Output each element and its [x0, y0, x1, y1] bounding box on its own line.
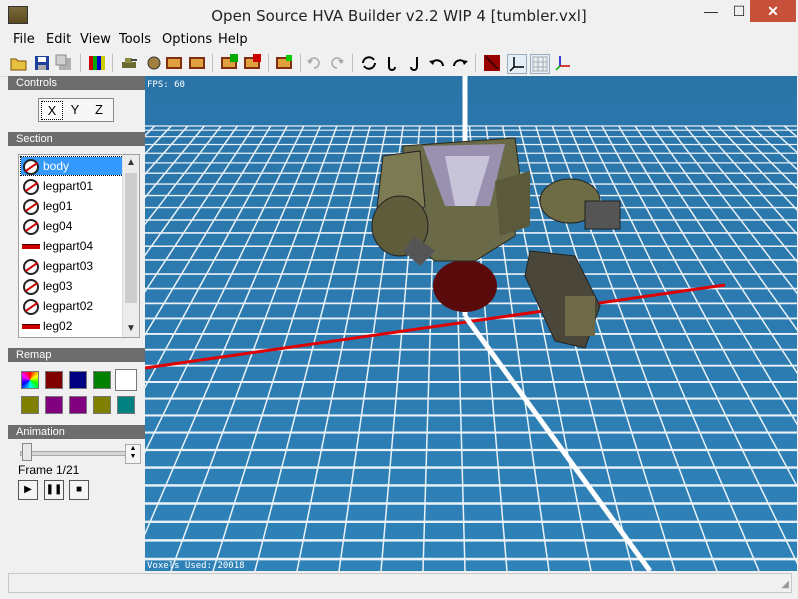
save-as-icon[interactable]	[55, 54, 73, 72]
no-symbol-icon	[23, 219, 39, 235]
save-icon[interactable]	[33, 54, 51, 72]
axis-color-icon[interactable]	[554, 54, 572, 72]
3d-viewport[interactable]: FPS: 60 Voxels Used: 20018	[145, 76, 797, 571]
no-symbol-icon	[23, 259, 39, 275]
section-list[interactable]: body legpart01 leg01 leg04 legpart04 leg…	[18, 154, 140, 338]
axis-selector: X Y Z	[38, 98, 114, 122]
remap-swatch-olive[interactable]	[21, 396, 39, 414]
menu-bar: File Edit View Tools Options Help	[0, 30, 798, 50]
axis-y-button[interactable]: Y	[65, 101, 85, 118]
menu-tools[interactable]: Tools	[119, 32, 151, 47]
menu-options[interactable]: Options	[162, 32, 212, 47]
red-bar-icon	[22, 244, 40, 249]
palette-icon[interactable]	[88, 54, 106, 72]
tank-icon[interactable]	[120, 54, 138, 72]
voxel-count: Voxels Used: 20018	[147, 561, 245, 571]
stop-button[interactable]: ■	[69, 480, 89, 500]
rotate-cw-icon[interactable]	[405, 54, 423, 72]
toolbar	[0, 50, 798, 77]
status-bar: ◢	[8, 573, 792, 593]
left-panel: Controls X Y Z Section body legpart01 le…	[8, 76, 145, 571]
menu-edit[interactable]: Edit	[46, 32, 71, 47]
frame-slider-thumb[interactable]	[22, 443, 32, 461]
menu-view[interactable]: View	[80, 32, 111, 47]
viewport-canvas[interactable]: FPS: 60 Voxels Used: 20018	[145, 76, 797, 571]
scroll-down-icon[interactable]: ▼	[123, 321, 139, 337]
redo-icon[interactable]	[328, 54, 346, 72]
open-icon[interactable]	[10, 54, 28, 72]
list-item[interactable]: legpart04	[21, 237, 125, 255]
frame-spinner[interactable]: ▲ ▼	[125, 444, 141, 464]
turn-right-icon[interactable]	[451, 54, 469, 72]
insert-frame-icon[interactable]	[275, 54, 293, 72]
close-button[interactable]: ✕	[750, 0, 796, 22]
list-item[interactable]: leg04	[21, 217, 125, 235]
remap-swatch-multicolor[interactable]	[21, 371, 39, 389]
rotate-icon[interactable]	[360, 54, 378, 72]
rotate-ccw-icon[interactable]	[383, 54, 401, 72]
remap-swatch-white[interactable]	[115, 369, 137, 391]
frame-slider-track[interactable]	[20, 451, 126, 456]
list-item[interactable]: legpart02	[21, 297, 125, 315]
list-item[interactable]: body	[20, 156, 126, 176]
red-bar-icon	[22, 324, 40, 329]
window-title: Open Source HVA Builder v2.2 WIP 4 [tumb…	[211, 7, 587, 25]
remove-frame-icon[interactable]	[243, 54, 261, 72]
section-header: Section	[8, 132, 145, 146]
remap-swatch-purple-2[interactable]	[69, 396, 87, 414]
remap-swatch-purple[interactable]	[45, 396, 63, 414]
scroll-up-icon[interactable]: ▲	[123, 155, 139, 171]
remap-header: Remap	[8, 348, 145, 362]
film-icon-1[interactable]	[165, 54, 183, 72]
no-symbol-icon	[23, 279, 39, 295]
add-frame-icon[interactable]	[220, 54, 238, 72]
remap-swatch-navy[interactable]	[69, 371, 87, 389]
menu-file[interactable]: File	[13, 32, 35, 47]
stop-icon: ■	[75, 484, 83, 495]
list-item[interactable]: legpart01	[21, 177, 125, 195]
title-bar: Open Source HVA Builder v2.2 WIP 4 [tumb…	[0, 0, 798, 30]
remap-swatch-green[interactable]	[93, 371, 111, 389]
no-symbol-icon	[23, 179, 39, 195]
axis-z-button[interactable]: Z	[89, 101, 109, 118]
list-item[interactable]: leg01	[21, 197, 125, 215]
no-symbol-icon	[23, 159, 39, 175]
preview-icon[interactable]	[145, 54, 163, 72]
remap-swatch-maroon[interactable]	[45, 371, 63, 389]
list-scrollbar[interactable]: ▲ ▼	[122, 155, 139, 337]
play-button[interactable]: ▶	[18, 480, 38, 500]
no-symbol-icon	[23, 299, 39, 315]
animation-header: Animation	[8, 425, 145, 439]
pause-button[interactable]: ❚❚	[44, 480, 64, 500]
list-item[interactable]: legpart03	[21, 257, 125, 275]
grid-icon[interactable]	[530, 54, 550, 74]
turn-left-icon[interactable]	[428, 54, 446, 72]
pause-icon: ❚❚	[45, 484, 63, 495]
menu-help[interactable]: Help	[218, 32, 248, 47]
no-symbol-icon	[23, 199, 39, 215]
axis-view-icon[interactable]	[507, 54, 527, 74]
list-item[interactable]: leg03	[21, 277, 125, 295]
film-icon-2[interactable]	[188, 54, 206, 72]
frame-label: Frame 1/21	[18, 463, 80, 477]
axis-x-button[interactable]: X	[41, 101, 63, 120]
controls-header: Controls	[8, 76, 145, 90]
undo-icon[interactable]	[305, 54, 323, 72]
resize-grip-icon[interactable]: ◢	[781, 579, 789, 590]
fps-counter: FPS: 60	[147, 80, 185, 90]
voxel-color-icon[interactable]	[483, 54, 501, 72]
list-item[interactable]: leg02	[21, 317, 125, 335]
play-icon: ▶	[24, 484, 32, 495]
remap-swatch-teal[interactable]	[117, 396, 135, 414]
scroll-thumb[interactable]	[125, 173, 137, 303]
remap-swatch-olive-2[interactable]	[93, 396, 111, 414]
